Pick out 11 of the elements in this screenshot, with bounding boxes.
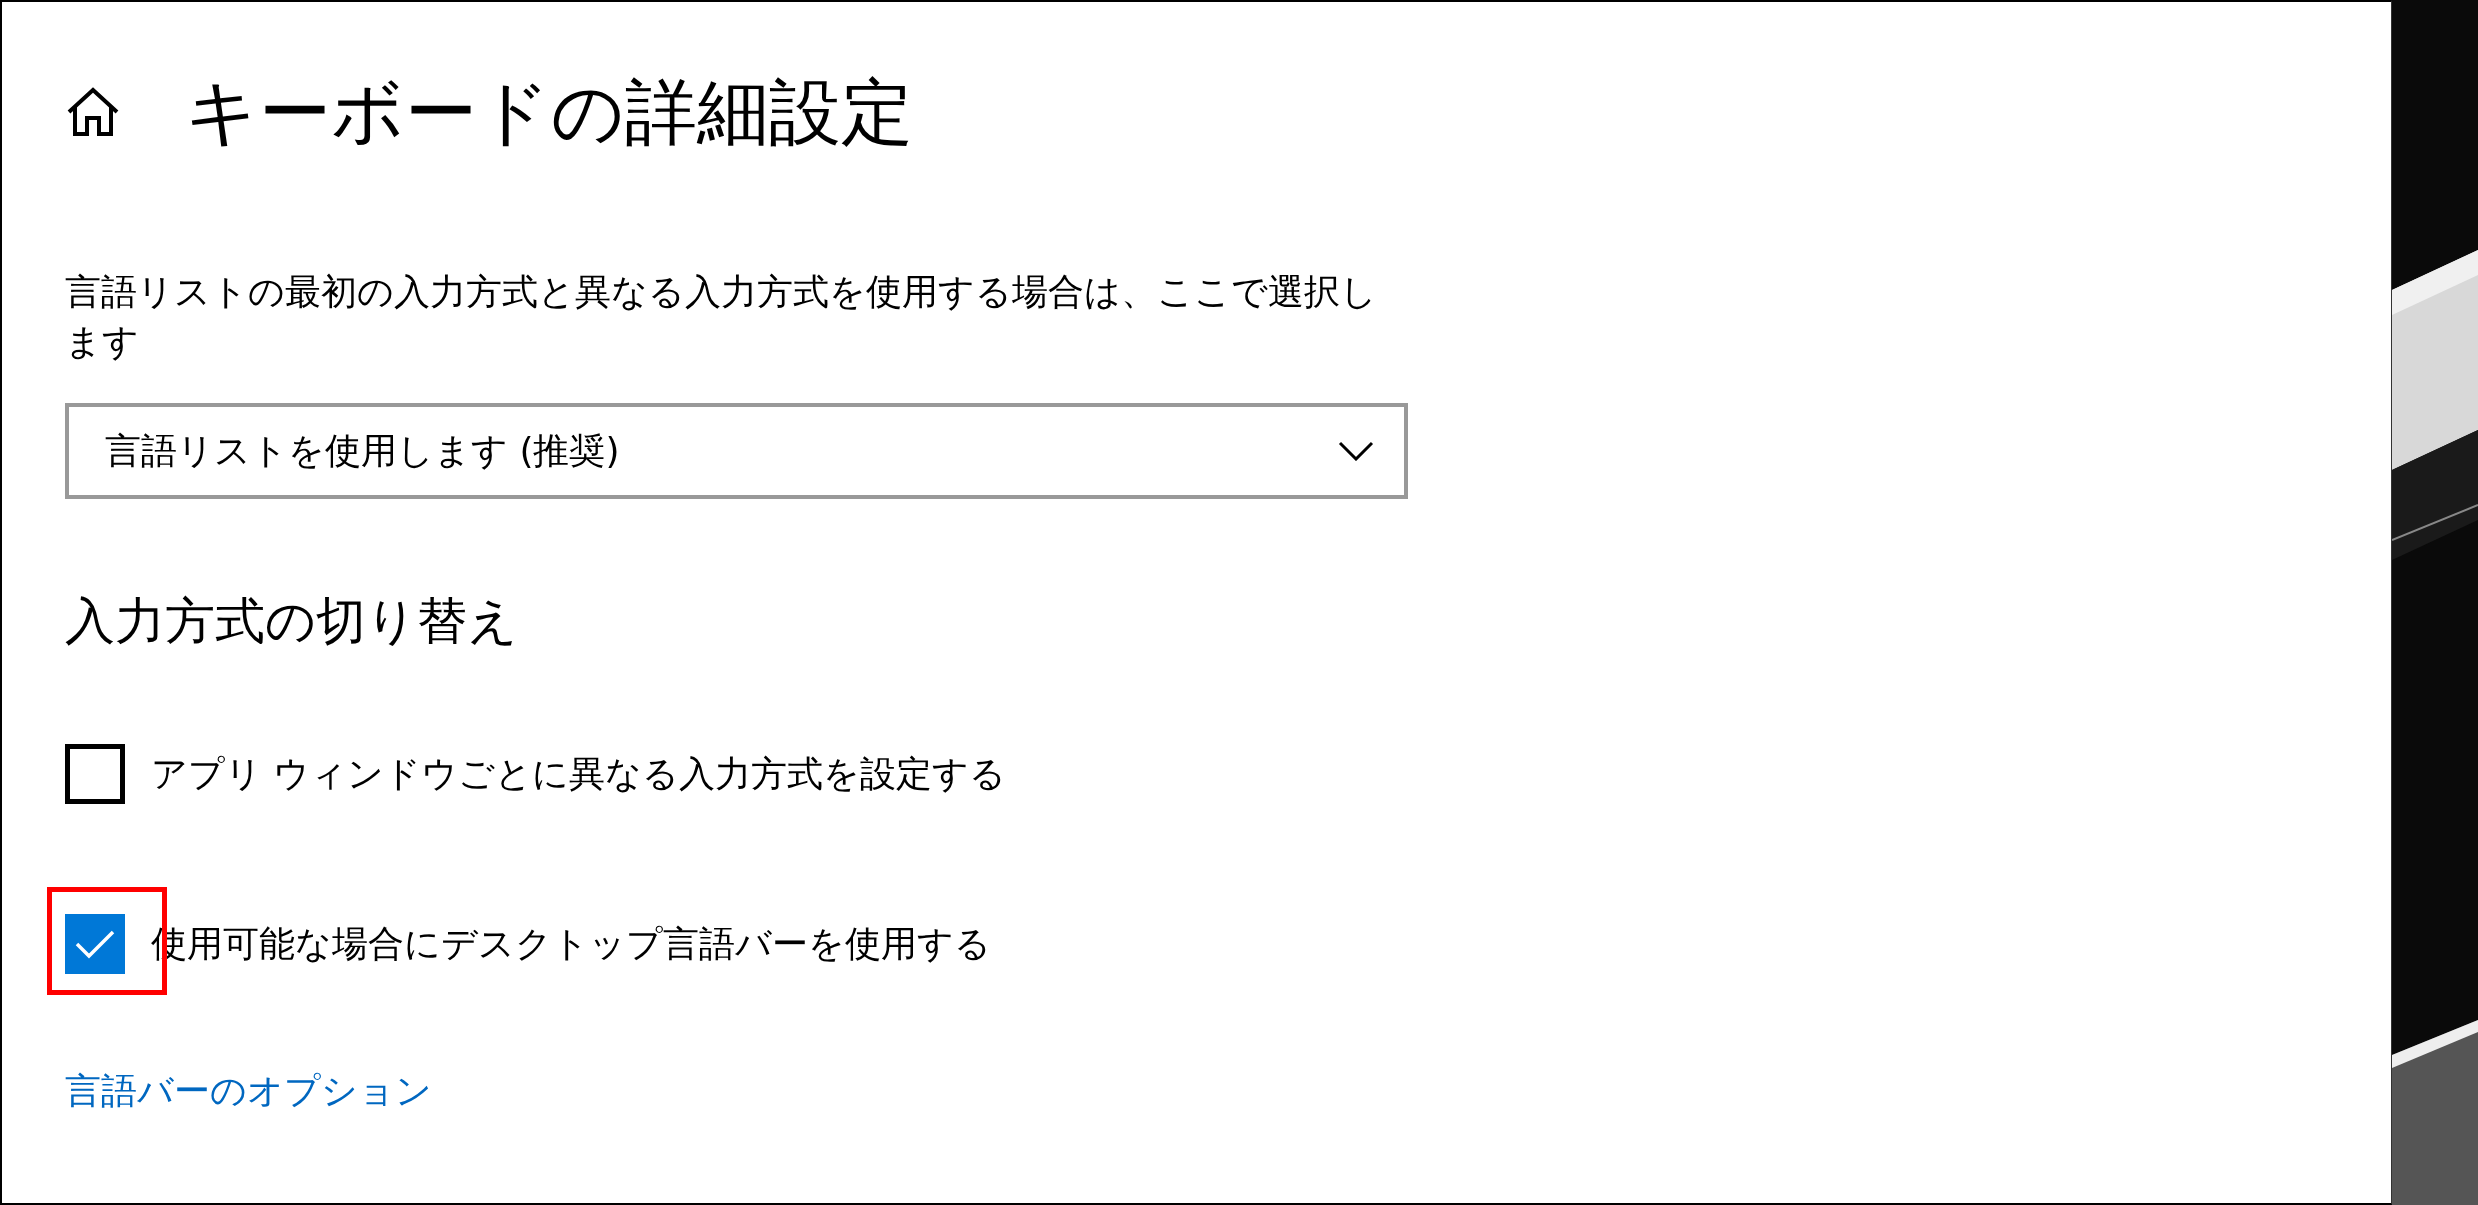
- checkbox[interactable]: [65, 744, 125, 804]
- page-title: キーボードの詳細設定: [185, 76, 913, 148]
- language-bar-options-link[interactable]: 言語バーのオプション: [65, 1067, 432, 1116]
- description-text: 言語リストの最初の入力方式と異なる入力方式を使用する場合は、ここで選択します: [65, 270, 1378, 364]
- checkmark-icon: [75, 929, 115, 959]
- checkbox-label: アプリ ウィンドウごとに異なる入力方式を設定する: [151, 751, 1007, 796]
- input-method-dropdown[interactable]: 言語リストを使用します (推奨): [65, 403, 1408, 499]
- checkbox[interactable]: [65, 914, 125, 974]
- section-heading: 入力方式の切り替え: [65, 591, 519, 651]
- chevron-down-icon: [1338, 441, 1374, 461]
- home-icon[interactable]: [65, 86, 121, 138]
